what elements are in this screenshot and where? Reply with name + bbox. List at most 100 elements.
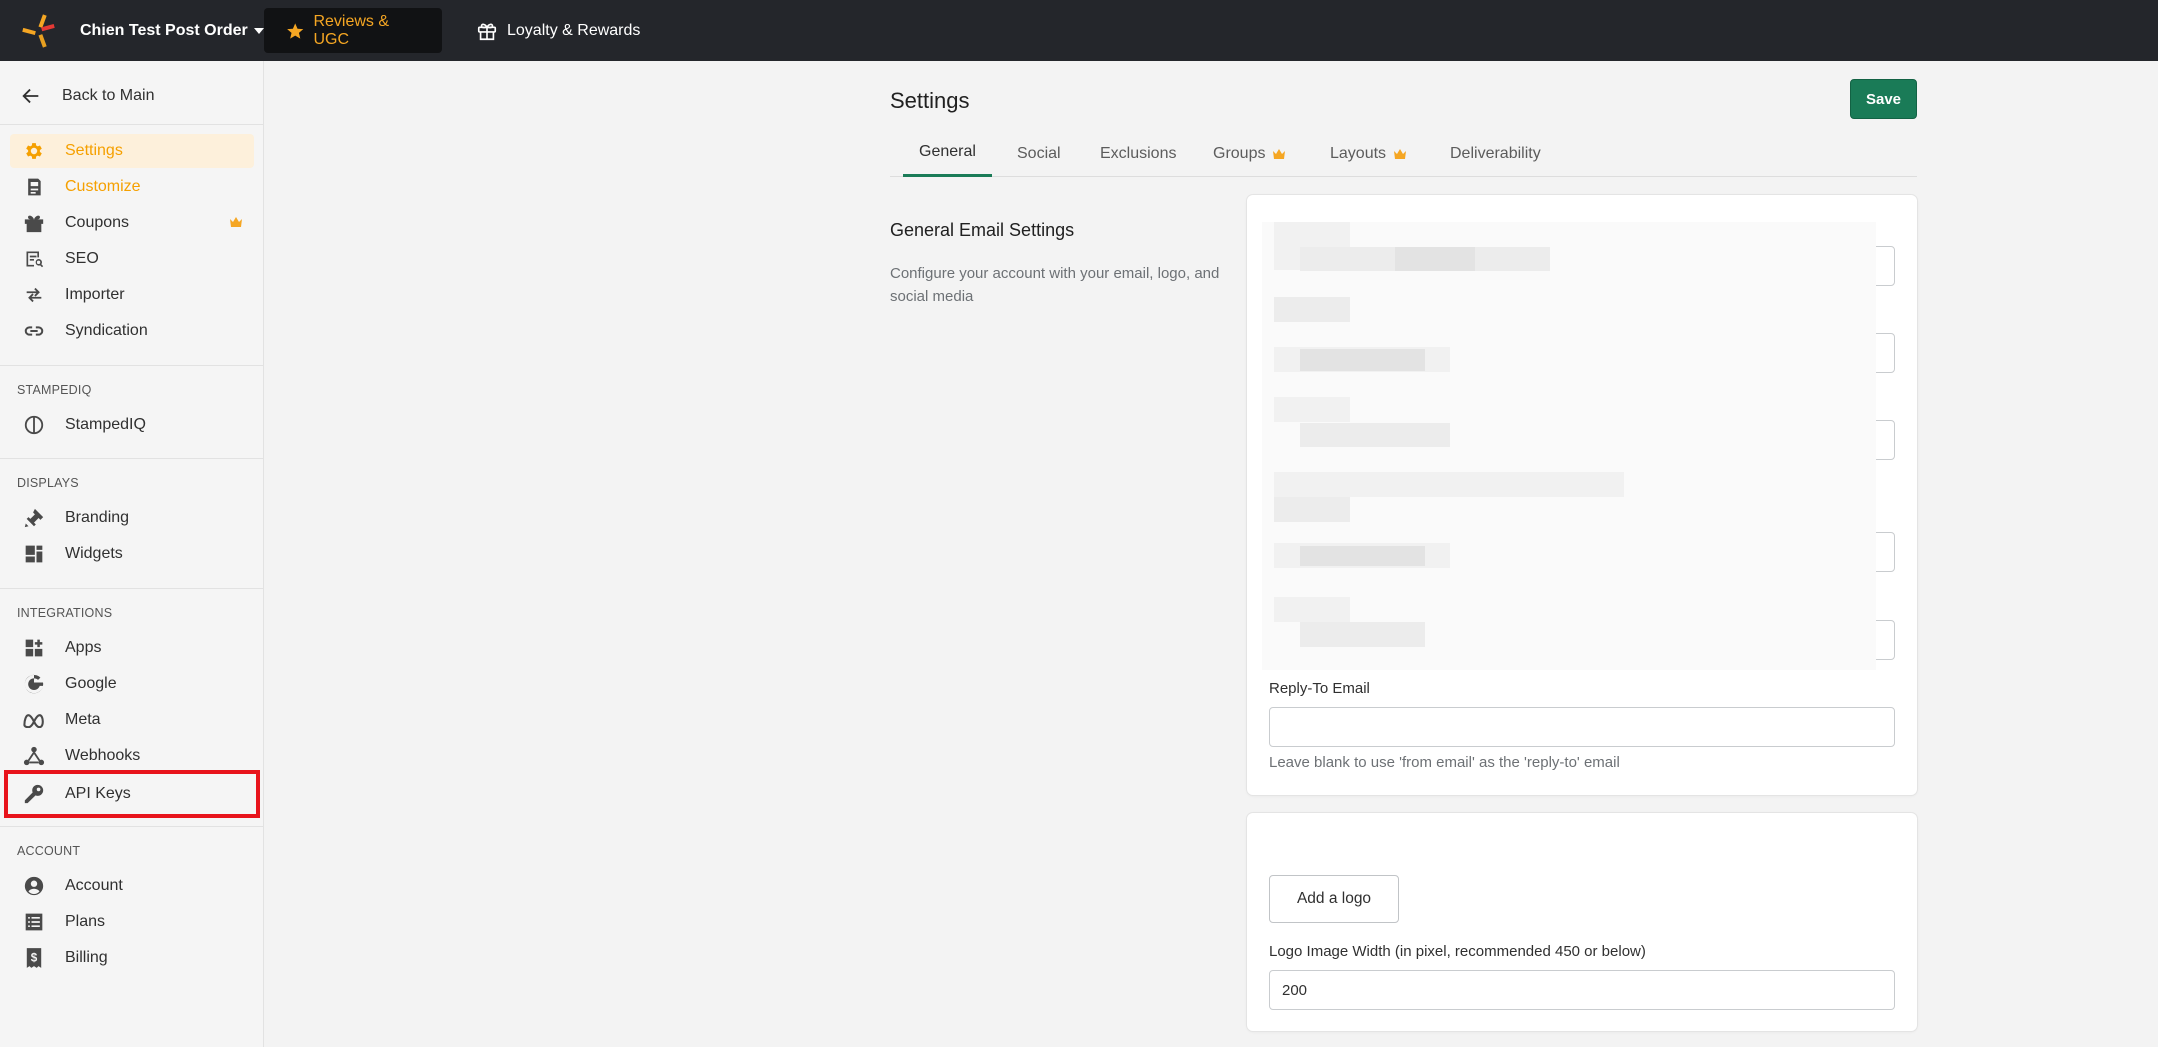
sidebar-item-label: Google (65, 675, 117, 692)
highlight-box (4, 770, 260, 818)
tab-label: General (919, 143, 976, 160)
save-button[interactable]: Save (1850, 79, 1917, 119)
top-bar: Chien Test Post Order Reviews & UGC Loya… (0, 0, 2158, 61)
app-tab-reviews[interactable]: Reviews & UGC (264, 8, 442, 53)
google-icon (22, 672, 46, 696)
sidebar-item-widgets[interactable]: Widgets (10, 537, 254, 571)
stamped-logo-icon[interactable] (20, 12, 58, 50)
sidebar-divider (0, 365, 264, 366)
sidebar-item-apps[interactable]: Apps (10, 631, 254, 665)
tab-label: Social (1017, 144, 1061, 162)
user-icon (22, 874, 46, 898)
sidebar-item-label: Billing (65, 949, 108, 966)
store-selector[interactable]: Chien Test Post Order (80, 0, 264, 61)
redacted-block (1300, 423, 1450, 447)
back-label: Back to Main (62, 87, 155, 104)
crown-icon (230, 217, 242, 227)
tab-groups[interactable]: Groups (1213, 130, 1286, 177)
seo-icon (22, 247, 46, 271)
widgets-icon (22, 542, 46, 566)
sidebar-item-label: Branding (65, 509, 130, 526)
webhook-icon (22, 744, 46, 768)
add-logo-button[interactable]: Add a logo (1269, 875, 1399, 923)
redacted-block (1274, 497, 1350, 522)
sidebar-item-label: Account (65, 877, 123, 894)
redacted-block (1274, 297, 1350, 322)
gift-icon (22, 211, 46, 235)
crown-icon (1394, 148, 1407, 159)
sidebar-item-label: Importer (65, 286, 125, 303)
sidebar-item-label: SEO (65, 250, 99, 267)
tab-exclusions[interactable]: Exclusions (1100, 130, 1176, 177)
list-icon (22, 910, 46, 934)
sidebar-item-customize[interactable]: Customize (10, 170, 254, 204)
apps-icon (22, 636, 46, 660)
sidebar-item-account[interactable]: Account (10, 869, 254, 903)
receipt-icon: $ (22, 946, 46, 970)
logo-width-label: Logo Image Width (in pixel, recommended … (1269, 943, 1646, 960)
sidebar-item-meta[interactable]: Meta (10, 703, 254, 737)
sidebar-item-syndication[interactable]: Syndication (10, 314, 254, 348)
redacted-block (1274, 597, 1350, 622)
sidebar-item-label: Webhooks (65, 747, 141, 764)
star-icon (287, 22, 304, 39)
sidebar-item-label: Customize (65, 178, 141, 195)
redacted-block (1300, 546, 1425, 566)
sidebar-item-label: Syndication (65, 322, 148, 339)
section-title: General Email Settings (890, 220, 1075, 240)
sidebar-item-label: Meta (65, 711, 101, 728)
section-label-integrations: INTEGRATIONS (17, 606, 113, 620)
logo-width-input[interactable] (1269, 970, 1895, 1010)
section-label-account: ACCOUNT (17, 844, 81, 858)
sidebar-divider (0, 826, 264, 827)
link-icon (22, 319, 46, 343)
settings-tabs: General Social Exclusions Groups Layouts… (890, 130, 1917, 177)
meta-icon (22, 708, 46, 732)
app-tab-loyalty[interactable]: Loyalty & Rewards (454, 8, 662, 53)
brush-icon (22, 506, 46, 530)
tab-deliverability[interactable]: Deliverability (1450, 130, 1541, 177)
sidebar-divider (0, 124, 264, 125)
sidebar-item-stampediq[interactable]: StampedIQ (10, 408, 254, 442)
stampediq-icon (22, 413, 46, 437)
sidebar-item-label: StampedIQ (65, 416, 146, 433)
sidebar-item-plans[interactable]: Plans (10, 905, 254, 939)
sidebar-item-label: Apps (65, 639, 102, 656)
page-title: Settings (890, 88, 970, 113)
sidebar-divider (0, 458, 264, 459)
sidebar-item-label: Widgets (65, 545, 123, 562)
caret-down-icon (253, 27, 264, 34)
customize-icon (22, 175, 46, 199)
tab-label: Layouts (1330, 144, 1387, 162)
sidebar-item-label: Plans (65, 913, 106, 930)
sidebar-item-settings[interactable]: Settings (10, 134, 254, 168)
app-tab-label: Reviews & UGC (313, 12, 390, 48)
section-label-displays: DISPLAYS (17, 476, 79, 490)
sidebar-item-billing[interactable]: $ Billing (10, 941, 254, 975)
tab-social[interactable]: Social (1017, 130, 1061, 177)
sidebar-item-coupons[interactable]: Coupons (10, 206, 254, 240)
reply-to-label: Reply-To Email (1269, 680, 1370, 697)
reply-to-email-input[interactable] (1269, 707, 1895, 747)
reply-to-help-text: Leave blank to use 'from email' as the '… (1269, 754, 1620, 771)
section-label-stampediq: STAMPEDIQ (17, 383, 92, 397)
redacted-block (1274, 397, 1350, 422)
redacted-block (1300, 349, 1425, 371)
gear-icon (22, 139, 46, 163)
sidebar-item-seo[interactable]: SEO (10, 242, 254, 276)
sidebar-item-google[interactable]: Google (10, 667, 254, 701)
crown-icon (1273, 148, 1286, 159)
app-tab-label: Loyalty & Rewards (507, 21, 641, 39)
sidebar-item-webhooks[interactable]: Webhooks (10, 739, 254, 773)
gift-icon (477, 23, 497, 40)
svg-text:$: $ (31, 952, 38, 965)
tab-label: Groups (1213, 144, 1266, 162)
back-to-main-link[interactable]: Back to Main (20, 81, 154, 111)
redacted-block (1274, 472, 1624, 497)
sidebar-item-branding[interactable]: Branding (10, 501, 254, 535)
tab-layouts[interactable]: Layouts (1330, 130, 1407, 177)
sidebar-item-importer[interactable]: Importer (10, 278, 254, 312)
tab-general[interactable]: General (903, 130, 992, 177)
sidebar-divider (0, 588, 264, 589)
redacted-block (1395, 247, 1475, 271)
